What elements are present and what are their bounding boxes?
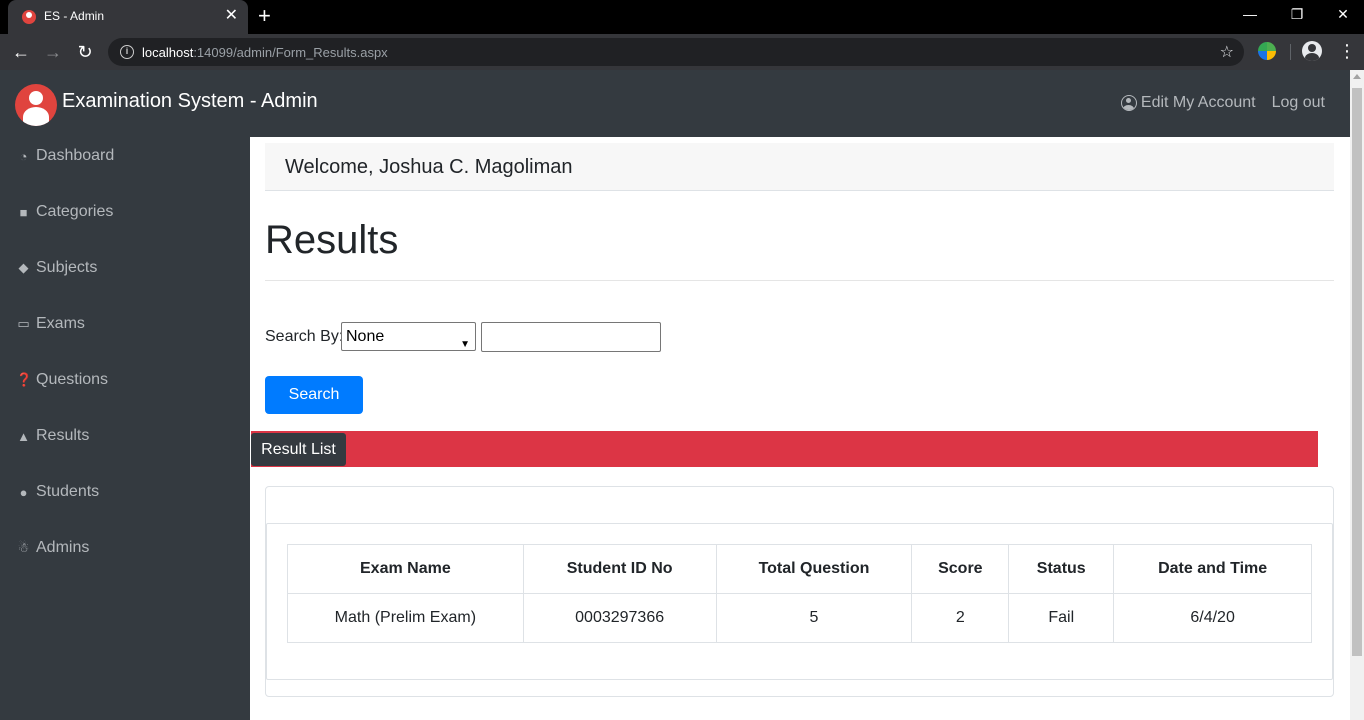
column-header-total-question[interactable]: Total Question [715,544,913,594]
logout-link[interactable]: Log out [1272,94,1325,112]
browser-menu-icon[interactable]: ⋮ [1338,41,1356,61]
sidebar-item-subjects[interactable]: ◆ Subjects [16,259,98,277]
sidebar-item-dashboard[interactable]: ◔ Dashboard [16,147,115,165]
bookmark-star-icon[interactable]: ☆ [1220,42,1234,62]
scroll-thumb[interactable] [1352,88,1362,656]
edit-account-link[interactable]: Edit My Account [1120,94,1256,112]
reload-icon[interactable]: ↻ [74,41,96,63]
sidebar-item-label: Categories [36,203,114,220]
sidebar-item-students[interactable]: ● Students [16,483,100,501]
scroll-up-icon[interactable] [1353,74,1361,79]
window-close-icon[interactable]: ✕ [1328,4,1358,24]
new-tab-icon[interactable]: + [258,3,271,29]
folder-icon: ■ [19,204,28,220]
welcome-text: Welcome, Joshua C. Magoliman [285,156,573,178]
users-icon: ● [19,484,28,500]
profile-icon[interactable] [1302,41,1322,61]
sidebar-item-label: Results [36,427,90,444]
column-header-date-time[interactable]: Date and Time [1113,544,1312,594]
forward-icon[interactable]: → [42,41,64,63]
address-bar[interactable]: i localhost:14099/admin/Form_Results.asp… [108,38,1244,66]
navbar-links: Edit My Account Log out [1120,94,1325,112]
sidebar-item-label: Students [36,483,100,500]
search-by-selected-value: None [346,328,385,345]
column-header-score[interactable]: Score [911,544,1010,594]
browser-tab-bar: ES - Admin ✕ + — ❐ ✕ [0,0,1364,34]
sidebar-item-label: Subjects [36,259,98,276]
trophy-icon: ▲ [17,428,30,444]
sidebar-item-exams[interactable]: ▭ Exams [16,315,85,333]
tab-title: ES - Admin [44,9,105,23]
page-title: Results [265,218,399,262]
cell-status: Fail [1008,593,1115,643]
search-input[interactable] [481,322,661,352]
cell-total-question: 5 [715,593,913,643]
table-header-row: Exam Name Student ID No Total Question S… [287,544,1312,594]
brand-logo-icon [15,84,57,126]
browser-tab[interactable]: ES - Admin ✕ [8,0,248,34]
toolbar-divider [1290,44,1291,60]
sidebar-item-label: Dashboard [36,147,115,164]
site-info-icon[interactable]: i [120,45,134,59]
welcome-banner: Welcome, Joshua C. Magoliman [265,143,1334,191]
search-button[interactable]: Search [265,376,363,414]
sidebar-item-admins[interactable]: ☃ Admins [16,539,90,557]
extension-icon[interactable] [1258,42,1276,60]
results-table: Exam Name Student ID No Total Question S… [287,544,1312,643]
cell-student-id: 0003297366 [522,593,717,643]
column-header-exam-name[interactable]: Exam Name [287,544,524,594]
minimize-icon[interactable]: — [1235,4,1265,24]
sidebar: ◔ Dashboard ■ Categories ◆ Subjects ▭ Ex… [0,137,250,720]
sidebar-item-label: Exams [36,315,85,332]
url-text: localhost:14099/admin/Form_Results.aspx [142,45,388,60]
user-secret-icon: ☃ [17,540,30,555]
browser-toolbar: ← → ↻ i localhost:14099/admin/Form_Resul… [0,34,1364,70]
search-by-label: Search By: [265,328,344,345]
question-circle-icon: ❓ [16,372,33,387]
result-list-bar: Result List [251,431,1318,467]
user-circle-icon [1120,95,1137,111]
app-navbar: Examination System - Admin Edit My Accou… [0,70,1350,137]
search-by-select[interactable]: None ▼ [341,322,476,351]
back-icon[interactable]: ← [10,41,32,63]
chevron-down-icon: ▼ [460,339,470,350]
cell-score: 2 [911,593,1010,643]
sidebar-item-results[interactable]: ▲ Results [16,427,89,445]
page-scrollbar[interactable] [1350,70,1364,720]
brand-title[interactable]: Examination System - Admin [62,90,318,113]
tab-result-list[interactable]: Result List [251,433,346,466]
sidebar-item-categories[interactable]: ■ Categories [16,203,114,221]
restore-icon[interactable]: ❐ [1282,4,1312,24]
table-row: Math (Prelim Exam) 0003297366 5 2 Fail 6… [287,593,1312,643]
tab-close-icon[interactable]: ✕ [225,6,238,26]
favicon-icon [22,10,36,24]
tag-icon: ◆ [18,260,29,275]
book-icon: ▭ [17,316,30,331]
sidebar-item-label: Admins [36,539,90,556]
column-header-status[interactable]: Status [1008,544,1115,594]
sidebar-item-label: Questions [36,371,109,388]
dashboard-icon: ◔ [19,148,28,164]
sidebar-item-questions[interactable]: ❓ Questions [16,371,108,389]
column-header-student-id[interactable]: Student ID No [522,544,717,594]
cell-date-time: 6/4/20 [1113,593,1312,643]
title-divider [265,280,1334,281]
cell-exam-name: Math (Prelim Exam) [287,593,524,643]
edit-account-label: Edit My Account [1140,94,1256,111]
